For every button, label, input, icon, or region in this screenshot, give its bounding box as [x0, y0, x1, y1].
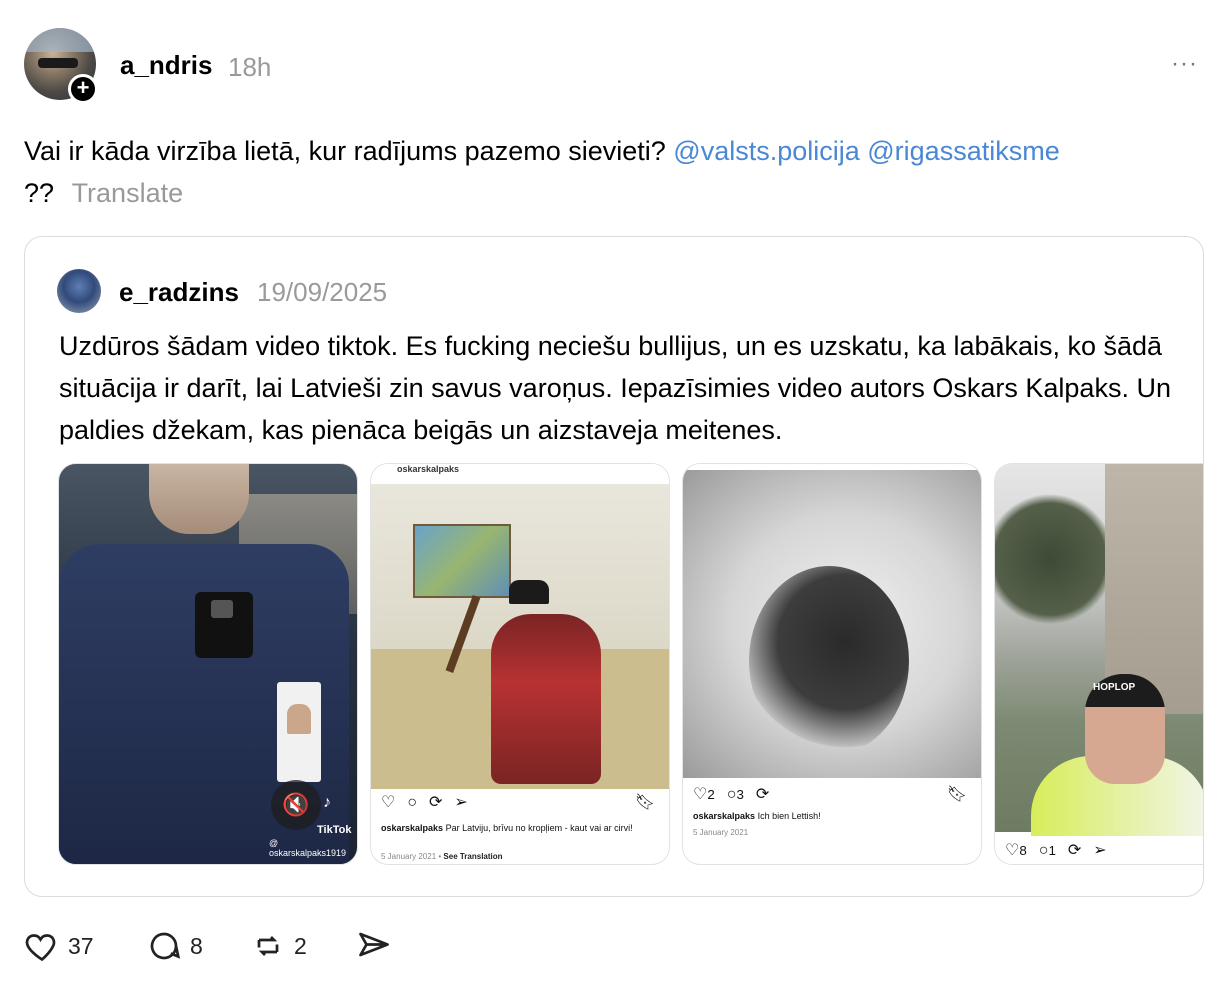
repost-icon: ⟳	[755, 786, 770, 803]
comment-icon: ○	[407, 794, 418, 811]
heart-icon	[25, 934, 56, 962]
post-text: Vai ir kāda virzība lietā, kur radījums …	[24, 136, 666, 166]
translate-link[interactable]: Translate	[72, 178, 184, 208]
video-id-badge	[277, 682, 321, 782]
quoted-date: 19/09/2025	[257, 277, 388, 307]
photo-hat-text: HOPLOP	[1093, 682, 1136, 693]
comment-icon: ○3	[726, 786, 744, 803]
media-image-instagram-axe[interactable]: oskarskalpaks ♡ ○ ⟳ ➢ 🔖︎ oskarskalpaks Par …	[370, 463, 670, 865]
reply-count: 8	[190, 932, 203, 959]
media-image-instagram-monument[interactable]: HOPLOP ♡8 ○1 ⟳ ➢	[994, 463, 1203, 865]
tiktok-handle: @ oskarskalpaks1919	[269, 838, 347, 858]
comment-icon	[150, 932, 181, 960]
quoted-avatar[interactable]	[57, 269, 101, 313]
quoted-username[interactable]: e_radzins	[119, 277, 239, 308]
tiktok-icon: ♪	[323, 794, 331, 811]
ig-caption-user: oskarskalpaks	[693, 811, 756, 821]
photo-face: HOPLOP	[1085, 674, 1165, 784]
ig-caption: oskarskalpaks Ich bien Lettish!	[693, 810, 973, 822]
ig-caption-text: Par Latviju, brīvu no kropļiem - kaut va…	[445, 823, 633, 833]
like-count: 37	[68, 932, 94, 959]
video-face	[149, 464, 249, 534]
ig-photo: HOPLOP	[995, 464, 1203, 836]
avatar-sky	[24, 28, 96, 52]
plus-icon[interactable]: +	[68, 74, 98, 104]
ig-date: 5 January 2021	[693, 828, 749, 837]
heart-icon: ♡2	[693, 786, 715, 803]
post-text-block: Vai ir kāda virzība lietā, kur radījums …	[24, 130, 1204, 214]
quoted-post[interactable]: e_radzins 19/09/2025 Uzdūros šādam video…	[24, 236, 1204, 897]
avatar-glasses	[38, 58, 78, 68]
heart-icon: ♡	[381, 794, 396, 811]
ig-date-text: 5 January 2021	[381, 852, 437, 861]
ig-actions: ♡2 ○3 ⟳	[693, 784, 781, 804]
repost-button[interactable]: 2	[250, 928, 307, 964]
ig-date: 5 January 2021 • See Translation	[381, 852, 503, 861]
post-header: + a_ndris 18h ···	[24, 28, 1204, 104]
ig-caption-text: Ich bien Lettish!	[757, 811, 821, 821]
ig-see-translation: See Translation	[443, 852, 503, 861]
share-icon: ➢	[454, 794, 468, 811]
post-time: 18h	[228, 52, 272, 82]
share-icon	[359, 932, 389, 957]
photo-man	[491, 614, 601, 784]
photo-tree	[995, 484, 1105, 634]
ig-photo	[371, 484, 669, 789]
reply-button[interactable]: 8	[146, 928, 203, 964]
post-actions: 37 8 2	[24, 928, 524, 968]
ig-actions: ♡8 ○1 ⟳ ➢	[1005, 840, 1119, 860]
repost-icon: ⟳	[1067, 842, 1082, 859]
ig-header: oskarskalpaks	[371, 464, 669, 484]
like-button[interactable]: 37	[24, 928, 94, 964]
media-video-tiktok[interactable]: 🔇 ♪ TikTok @ oskarskalpaks1919	[58, 463, 358, 865]
repost-icon: ⟳	[429, 794, 443, 811]
bookmark-icon: 🔖︎	[946, 786, 967, 803]
mute-icon[interactable]: 🔇	[271, 780, 321, 830]
share-icon: ➢	[1093, 842, 1107, 859]
photo-map	[413, 524, 511, 598]
more-icon[interactable]: ···	[1171, 50, 1198, 78]
heart-icon: ♡8	[1005, 842, 1027, 859]
mention-link[interactable]: @rigassatiksme	[867, 136, 1059, 166]
post-text-suffix: ??	[24, 178, 55, 208]
repost-count: 2	[294, 932, 307, 959]
quoted-text: Uzdūros šādam video tiktok. Es fucking n…	[59, 331, 1171, 445]
mention-link[interactable]: @valsts.policija	[673, 136, 859, 166]
media-image-instagram-head[interactable]: ♡2 ○3 ⟳ 🔖︎ oskarskalpaks Ich bien Lettish!…	[682, 463, 982, 865]
video-bodycam	[195, 592, 253, 658]
ig-caption-user: oskarskalpaks	[381, 823, 444, 833]
photo-cap	[509, 580, 549, 604]
ig-caption: oskarskalpaks Par Latviju, brīvu no krop…	[381, 822, 661, 834]
photo-head	[749, 566, 909, 756]
share-button[interactable]	[356, 928, 392, 964]
repost-icon	[257, 936, 279, 956]
media-carousel[interactable]: 🔇 ♪ TikTok @ oskarskalpaks1919 oskarskal…	[58, 463, 1203, 865]
ig-actions: ♡ ○ ⟳ ➢	[381, 792, 480, 812]
author-username[interactable]: a_ndris	[120, 50, 213, 81]
bookmark-icon: 🔖︎	[634, 794, 655, 811]
comment-icon: ○1	[1038, 842, 1056, 859]
ig-account: oskarskalpaks	[397, 464, 460, 474]
ig-photo	[683, 470, 981, 778]
tiktok-label: TikTok	[317, 824, 352, 836]
